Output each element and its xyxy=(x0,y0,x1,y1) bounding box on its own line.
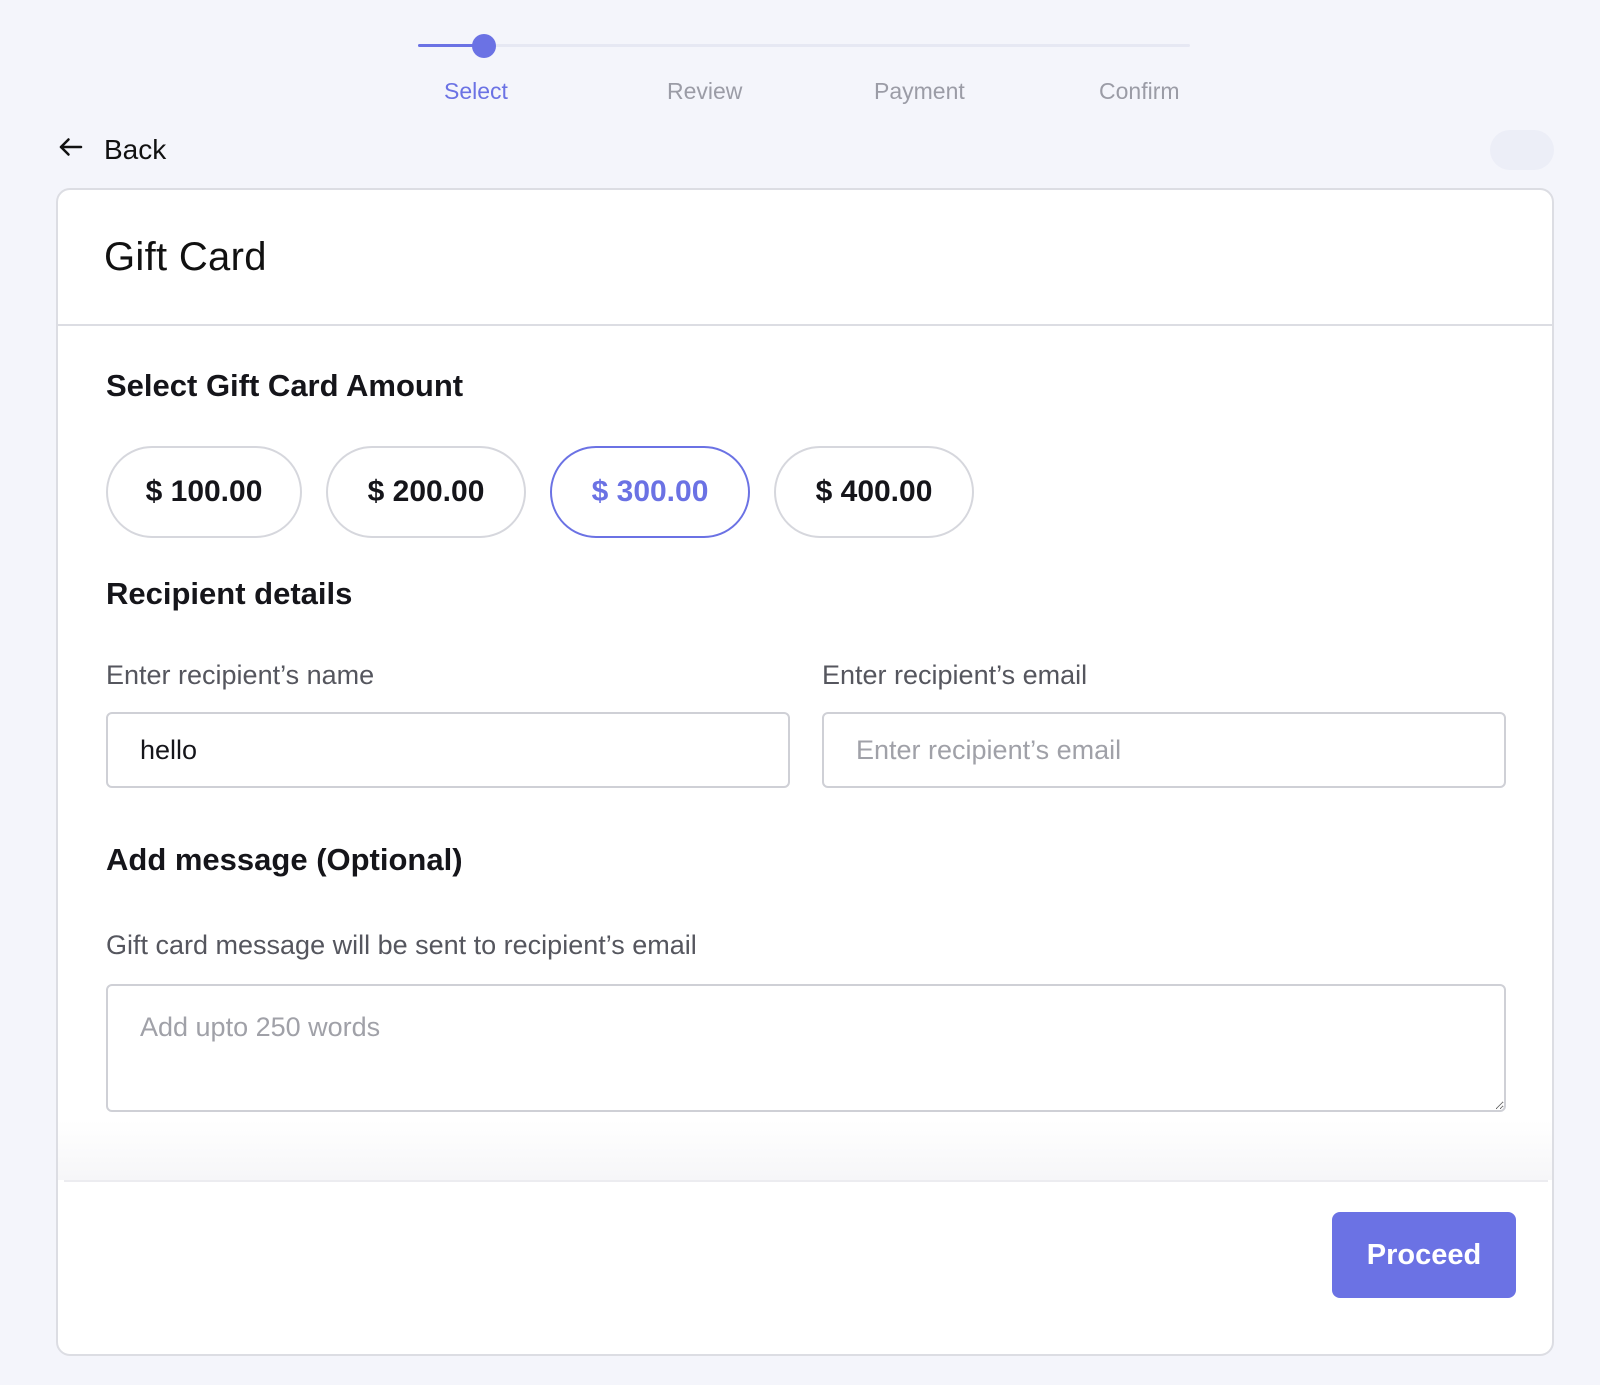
recipient-name-input[interactable] xyxy=(106,712,790,788)
footer-divider xyxy=(64,1180,1548,1182)
stepper-current-dot xyxy=(472,34,496,58)
step-confirm[interactable]: Confirm xyxy=(1099,78,1180,105)
back-label: Back xyxy=(104,133,167,165)
amount-option-400[interactable]: $ 400.00 xyxy=(774,446,974,538)
proceed-button[interactable]: Proceed xyxy=(1332,1212,1516,1298)
message-textarea[interactable] xyxy=(106,984,1506,1112)
arrow-left-icon xyxy=(56,132,86,167)
page-title: Gift Card xyxy=(104,234,267,279)
amount-option-300[interactable]: $ 300.00 xyxy=(550,446,750,538)
card-header: Gift Card xyxy=(58,190,1552,326)
step-select[interactable]: Select xyxy=(444,78,508,105)
amount-option-100[interactable]: $ 100.00 xyxy=(106,446,302,538)
gift-card-form: Gift Card Select Gift Card Amount $ 100.… xyxy=(56,188,1554,1356)
amount-options: $ 100.00 $ 200.00 $ 300.00 $ 400.00 xyxy=(106,446,974,538)
message-hint: Gift card message will be sent to recipi… xyxy=(106,930,697,960)
amount-option-200[interactable]: $ 200.00 xyxy=(326,446,526,538)
recipient-email-label: Enter recipient’s email xyxy=(822,660,1088,690)
progress-stepper: Select Review Payment Confirm xyxy=(400,30,1200,110)
step-review[interactable]: Review xyxy=(667,78,742,105)
message-section-title: Add message (Optional) xyxy=(106,842,463,877)
footer-fade xyxy=(58,1120,1552,1180)
stepper-track xyxy=(418,44,1190,47)
top-right-pill xyxy=(1490,130,1554,170)
recipient-name-label: Enter recipient’s name xyxy=(106,660,375,690)
step-payment[interactable]: Payment xyxy=(874,78,965,105)
recipient-email-input[interactable] xyxy=(822,712,1506,788)
amount-section-title: Select Gift Card Amount xyxy=(106,368,464,403)
recipient-section-title: Recipient details xyxy=(106,576,353,611)
back-button[interactable]: Back xyxy=(56,132,166,167)
